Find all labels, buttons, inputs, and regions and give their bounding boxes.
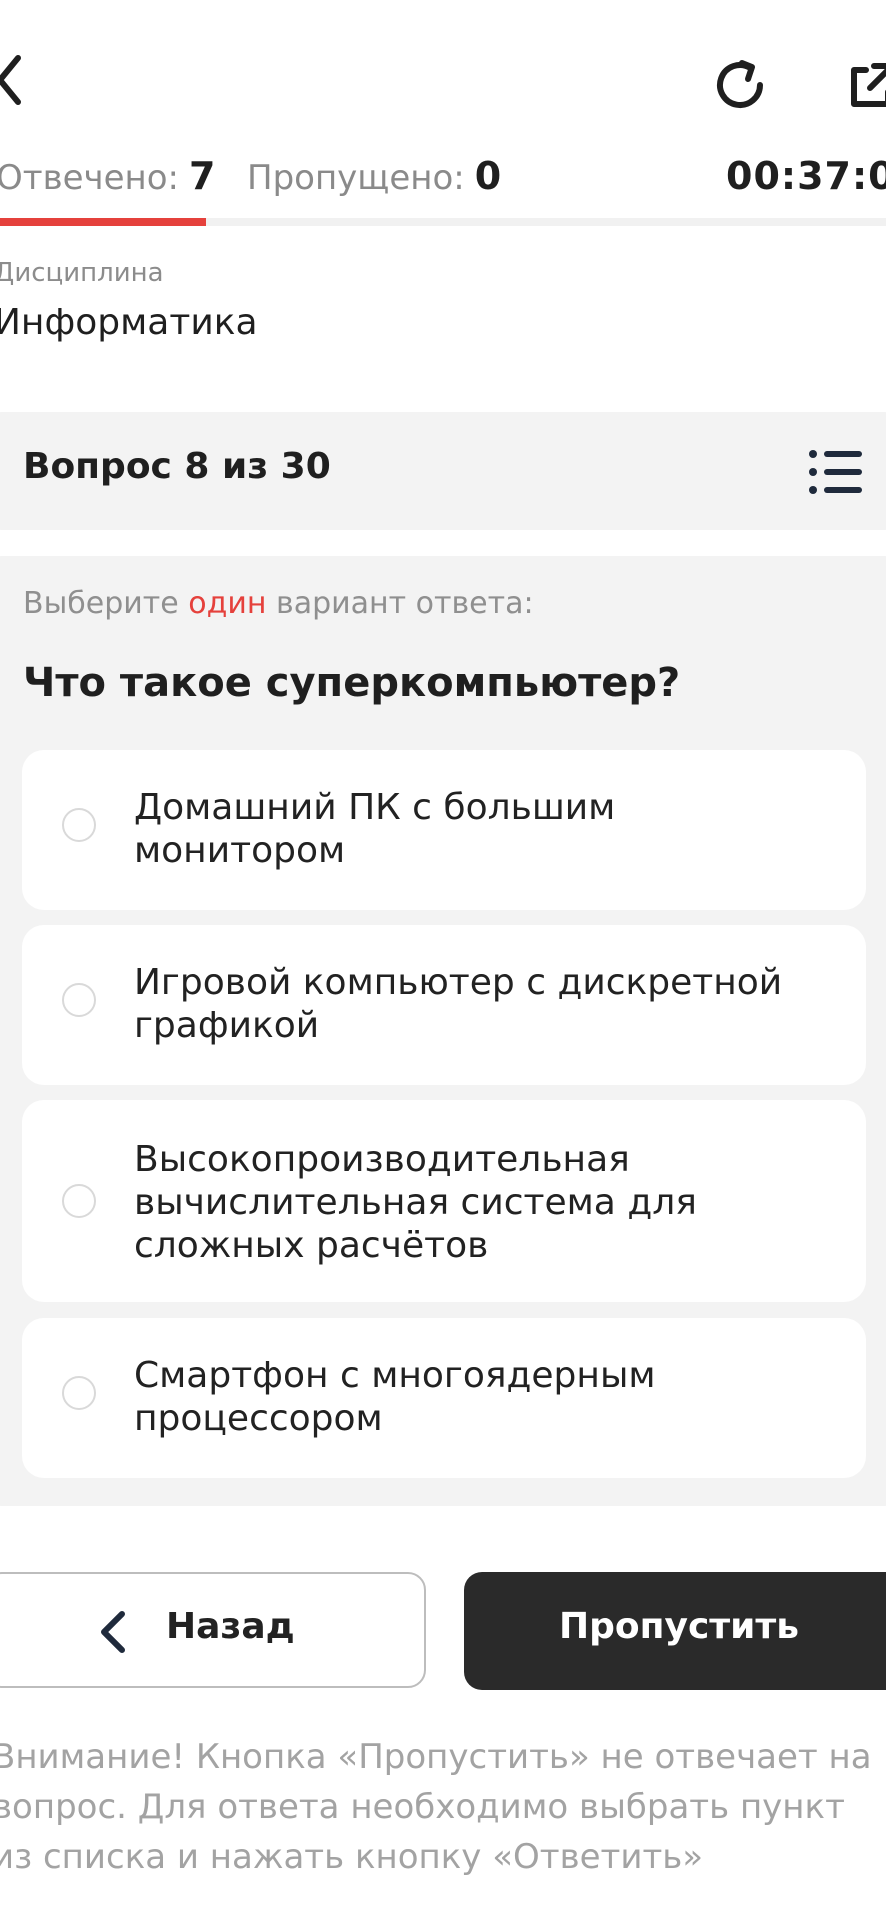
answer-option-text: Смартфон с многоядерным процессором [134,1355,656,1439]
skipped-label: Пропущено: [247,158,465,198]
instruction-prefix: Выберите [23,586,179,621]
answer-option-4[interactable]: Смартфон с многоядерным процессором [22,1318,866,1478]
skipped-stat: Пропущено: 0 [247,152,501,200]
answer-option-text: Домашний ПК с большим монитором [134,787,616,871]
refresh-icon[interactable] [712,55,772,115]
back-chevron-icon[interactable] [0,50,26,110]
list-icon[interactable] [808,448,864,496]
instruction-accent: один [188,586,267,621]
answer-option-text: Высокопроизводительная вычислительная си… [134,1139,697,1266]
answered-value: 7 [189,154,216,198]
back-button[interactable]: Назад [0,1572,426,1688]
answer-option-1[interactable]: Домашний ПК с большим монитором [22,750,866,910]
instruction: Выберите один вариант ответа: [23,586,534,621]
answer-option-text: Игровой компьютер с дискретной графикой [134,962,783,1046]
radio-button[interactable] [62,983,96,1017]
answer-option-2[interactable]: Игровой компьютер с дискретной графикой [22,925,866,1085]
instruction-suffix: вариант ответа: [276,586,534,621]
progress-bar [0,218,886,226]
skipped-value: 0 [474,154,502,198]
question-text: Что такое суперкомпьютер? [23,660,681,706]
discipline-value: Информатика [0,302,258,343]
warning-text: Внимание! Кнопка «Пропустить» не отвечае… [0,1737,872,1877]
timer: 00:37:02 [726,154,886,198]
progress-fill [0,218,207,226]
answer-option-3[interactable]: Высокопроизводительная вычислительная си… [22,1100,866,1302]
back-button-label: Назад [166,1606,295,1647]
discipline-label: Дисциплина [0,258,164,288]
chevron-left-icon [101,1611,125,1653]
skip-button-label: Пропустить [558,1606,800,1647]
radio-button[interactable] [62,808,96,842]
radio-button[interactable] [62,1184,96,1218]
radio-button[interactable] [62,1376,96,1410]
answered-stat: Отвечено: 7 [0,152,215,200]
answered-label: Отвечено: [0,158,180,198]
question-counter: Вопрос 8 из 30 [23,446,331,487]
share-icon[interactable] [842,58,886,118]
skip-button[interactable]: Пропустить [464,1572,886,1690]
